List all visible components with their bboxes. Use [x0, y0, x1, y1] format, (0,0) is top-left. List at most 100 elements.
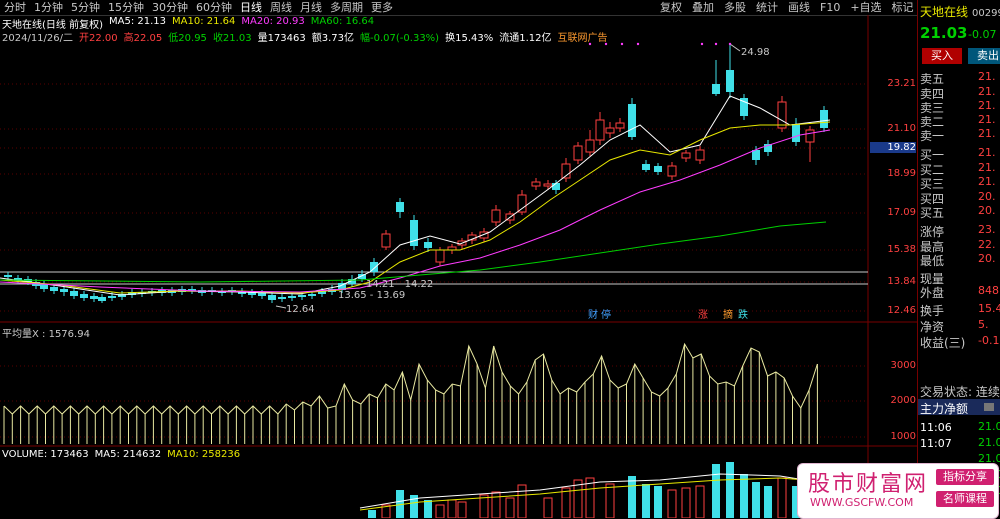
volume-bar-down [740, 474, 748, 518]
signal-dot [728, 42, 732, 46]
quote-row-value: 22. [978, 238, 996, 251]
price-tick-label: 13.84 [887, 276, 916, 287]
event-label: 财 [588, 308, 598, 321]
high-price-label: 24.98 [741, 47, 770, 58]
avg-vol-tick-label: 3000 [890, 360, 916, 371]
quote-row-key: 净资 [920, 320, 945, 334]
quote-row-key: 买三 [920, 177, 945, 191]
candle-body-down [98, 297, 106, 301]
sell-button[interactable]: 卖出 [968, 48, 1000, 64]
price-tick-label: 12.46 [887, 305, 916, 316]
kline-chart[interactable]: 24.98 12.64 14.21 - 14.2213.65 - 13.69 财停 涨 摘… [0, 0, 918, 518]
moving-average-lines [0, 95, 831, 296]
high-price-pointer [729, 43, 741, 52]
candle-body-down [268, 295, 276, 300]
candle-body-down [820, 110, 828, 128]
candle-body-down [792, 124, 800, 142]
volume-bar-up [667, 489, 677, 518]
quote-row-value: 21. [978, 161, 996, 174]
quote-row-value: 21. [978, 99, 996, 112]
candle-body-down [726, 70, 734, 92]
signal-dot [700, 42, 704, 46]
candle-body-up [695, 149, 705, 161]
candle-body-up [491, 209, 501, 223]
avg-volume-bars [3, 342, 818, 444]
candle-body-up [517, 194, 527, 213]
quote-row-key: 卖一 [920, 129, 945, 143]
range-label-2: 13.65 - 13.69 [338, 290, 405, 301]
candle-body-up [667, 165, 677, 177]
quote-row-value: 21. [978, 175, 996, 188]
watermark-tag-share[interactable]: 指标分享 [936, 469, 994, 485]
price-tick-label: 21.10 [887, 123, 916, 134]
quote-row: 外盘 848 [920, 284, 1000, 301]
price-tick-label: 23.21 [887, 78, 916, 89]
candle-body-down [288, 296, 296, 298]
volume-bar-up [695, 485, 705, 518]
price-tick-label: 19.82 [870, 142, 916, 153]
candle-body-up [381, 233, 391, 248]
price-tick-label: 18.99 [887, 168, 916, 179]
candle-body-down [712, 84, 720, 94]
volume-bar-up [605, 483, 615, 518]
candle-body-up [435, 249, 445, 263]
vol-ma10-label: MA10: 258236 [167, 449, 241, 460]
volume-bar-up [435, 504, 445, 518]
toggle-icon[interactable] [984, 403, 994, 411]
candle-body-down [90, 296, 98, 299]
quote-row-value: 20. [978, 252, 996, 265]
volume-bar-up [543, 497, 553, 518]
price-tick-label: 17.09 [887, 207, 916, 218]
price-tick-label: 15.38 [887, 244, 916, 255]
candle-body-up [615, 122, 625, 129]
candle-body-down [308, 294, 316, 296]
quote-row-key: 涨停 [920, 225, 945, 239]
candle-body-up [531, 181, 541, 187]
quote-row-value: 23. [978, 223, 996, 236]
ma20-line [0, 129, 831, 293]
signal-dot [604, 42, 608, 46]
quote-row-key: 买一 [920, 148, 945, 162]
event-label: 摘 [723, 308, 733, 321]
quote-row-value: 21. [978, 127, 996, 140]
candle-body-up [585, 139, 595, 153]
candle-body-down [396, 202, 404, 212]
buy-button[interactable]: 买入 [922, 48, 962, 64]
vol-ma5-label: MA5: 214632 [94, 449, 162, 460]
quote-row-key: 换手 [920, 304, 945, 318]
candle-body-down [642, 164, 650, 170]
quote-row-key: 买五 [920, 206, 945, 220]
volume-bar-down [764, 486, 772, 518]
main-flow-header[interactable]: 主力净额 [918, 399, 1000, 416]
candle-body-down [258, 293, 266, 296]
candle-body-down [108, 296, 116, 298]
candle-body-down [60, 289, 68, 292]
watermark-tag-course[interactable]: 名师课程 [936, 491, 994, 507]
candle-body-up [805, 129, 815, 143]
trade-status: 交易状态: 连续 [920, 385, 1000, 399]
tick-row: 11:06 21.0 [920, 420, 1000, 434]
stock-name: 天地在线002995 [920, 5, 1000, 19]
candle-body-up [543, 183, 553, 187]
current-price: 21.03 [920, 24, 968, 42]
quote-row-value: 21. [978, 70, 996, 83]
candle-body-down [70, 291, 78, 296]
candle-body-down [552, 183, 560, 190]
tick-price: 21.0 [978, 436, 1000, 449]
quote-row-value: -0.1 [978, 334, 1000, 347]
low-price-pointer [275, 305, 287, 309]
site-watermark: 股市财富网 WWW.GSCFW.COM 指标分享 名师课程 [797, 463, 999, 519]
volume-bar-down [368, 510, 376, 518]
quote-row: 买五 20. [920, 204, 1000, 221]
volume-bar-up [561, 487, 571, 518]
quote-row-key: 收益(三) [920, 336, 966, 350]
volume-bar-up [447, 499, 457, 518]
volume-bar-down [424, 500, 432, 518]
range-label-1: 14.21 - 14.22 [366, 279, 433, 290]
volume-bar-up [681, 487, 691, 518]
volume-bar-up [505, 497, 515, 518]
candle-body-down [50, 287, 58, 291]
low-price-label: 12.64 [286, 304, 315, 315]
volume-bar-up [777, 477, 787, 518]
quote-row-value: 5. [978, 318, 989, 331]
